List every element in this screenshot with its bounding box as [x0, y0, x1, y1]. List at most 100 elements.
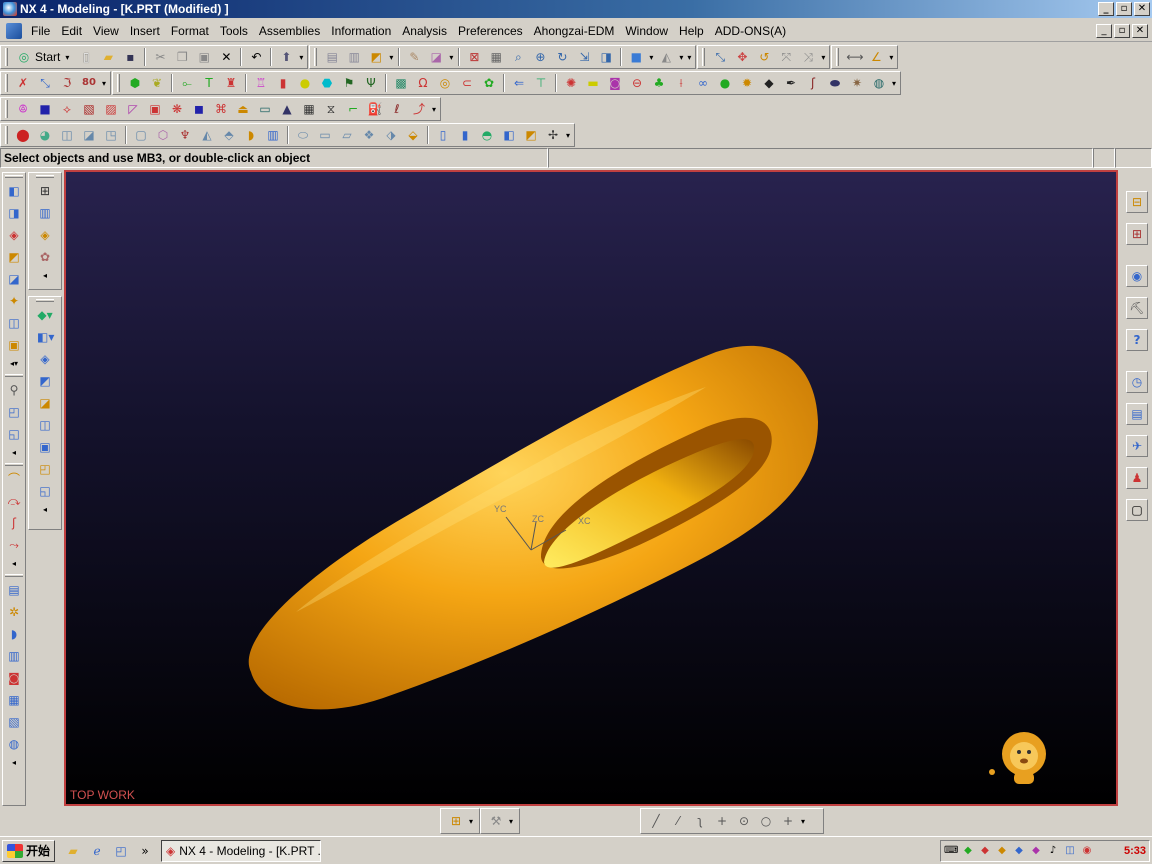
graphics-window[interactable]: YC ZC XC TOP WORK: [64, 170, 1118, 806]
model-tool-6-icon[interactable]: ▢: [133, 127, 149, 143]
fit-view-icon[interactable]: ⊠: [466, 49, 482, 65]
chevron-down-icon[interactable]: ▾: [467, 817, 475, 826]
link-feature-icon[interactable]: ⊖: [629, 75, 645, 91]
curve-tool-6-icon[interactable]: ◸: [125, 101, 141, 117]
menu-window[interactable]: Window: [620, 24, 674, 38]
save-icon[interactable]: ▪: [122, 49, 138, 65]
info-feature-icon[interactable]: ●: [297, 75, 313, 91]
expand-toolbar-icon[interactable]: ◂: [37, 505, 53, 515]
curve-tool-7-icon[interactable]: ▣: [147, 101, 163, 117]
toolbar-grip[interactable]: [5, 48, 8, 66]
perspective-icon[interactable]: ◨: [598, 49, 614, 65]
chevron-down-icon[interactable]: ▾: [887, 53, 895, 62]
chevron-down-icon[interactable]: ▾: [799, 817, 807, 826]
edit-object-display-icon[interactable]: ✎: [406, 49, 422, 65]
branch-feature-icon[interactable]: Ψ: [363, 75, 379, 91]
ring-model[interactable]: [248, 345, 818, 710]
rotate-icon[interactable]: ↻: [554, 49, 570, 65]
curve-tool-3-icon[interactable]: ⟡: [59, 101, 75, 117]
menu-preferences[interactable]: Preferences: [453, 24, 529, 38]
tray-app-4-icon[interactable]: ◆: [1012, 843, 1026, 859]
layer-settings-icon[interactable]: ▤: [324, 49, 340, 65]
slot-feature-icon[interactable]: ⊂: [459, 75, 475, 91]
ring-outer-surface[interactable]: [248, 345, 818, 710]
curve-tool-18-icon[interactable]: ℓ: [389, 101, 405, 117]
solid-feature-5-icon[interactable]: ◪: [37, 395, 53, 411]
roles-tab-icon[interactable]: ♟: [1126, 467, 1148, 489]
edm-tool-3-icon[interactable]: ℑ: [59, 75, 75, 91]
synch-tool-1-icon[interactable]: ▤: [6, 582, 22, 598]
solid-feature-4-icon[interactable]: ◩: [37, 373, 53, 389]
tray-app-2-icon[interactable]: ◆: [978, 843, 992, 859]
disc-feature-icon[interactable]: ⬬: [827, 75, 843, 91]
measure-angle-icon[interactable]: ∠: [868, 49, 884, 65]
t-section-icon[interactable]: T: [201, 75, 217, 91]
windows-start-button[interactable]: 开始: [2, 839, 56, 862]
snap-line-icon[interactable]: ╱: [648, 813, 664, 829]
selection-filter-icon[interactable]: ⬆: [278, 49, 294, 65]
expand-toolbar-icon[interactable]: ◂: [6, 758, 22, 768]
surface-tool-3-icon[interactable]: ◈: [6, 227, 22, 243]
curve-ops-2-icon[interactable]: ⤼: [6, 493, 22, 509]
zoom-window-icon[interactable]: ▦: [488, 49, 504, 65]
chevron-down-icon[interactable]: ▾: [430, 105, 438, 114]
surface-tool-8-icon[interactable]: ▣: [6, 337, 22, 353]
start-button[interactable]: ◎ Start ▾: [12, 49, 75, 65]
arrow-feature-icon[interactable]: ⇐: [511, 75, 527, 91]
ball-feature-icon[interactable]: ●: [717, 75, 733, 91]
synch-tool-3-icon[interactable]: ◗: [6, 626, 22, 642]
snap-center-icon[interactable]: ⊙: [736, 813, 752, 829]
move-to-layer-icon[interactable]: ◩: [368, 49, 384, 65]
curve-tool-8-icon[interactable]: ❋: [169, 101, 185, 117]
hex-feature-icon[interactable]: ⬢: [127, 75, 143, 91]
tray-app-3-icon[interactable]: ◆: [995, 843, 1009, 859]
block-feature-icon[interactable]: ▩: [393, 75, 409, 91]
chevron-down-icon[interactable]: ▾: [647, 53, 655, 62]
solid-feature-9-icon[interactable]: ◱: [37, 483, 53, 499]
menu-view[interactable]: View: [88, 24, 125, 38]
history-tab-icon[interactable]: ◷: [1126, 371, 1148, 393]
assembly-navigator-tab-icon[interactable]: ⊟: [1126, 191, 1148, 213]
chevron-down-icon[interactable]: ▾: [100, 79, 108, 88]
magnify-icon[interactable]: ⊕: [532, 49, 548, 65]
new-file-icon[interactable]: ▯: [78, 49, 94, 65]
diamond-feature-icon[interactable]: ◆: [761, 75, 777, 91]
curve-tool-1-icon[interactable]: ꔮ: [15, 101, 31, 117]
ie-browser-icon[interactable]: ℯ: [89, 843, 105, 859]
undo-icon[interactable]: ↶: [248, 49, 264, 65]
curve-tool-4-icon[interactable]: ▧: [81, 101, 97, 117]
system-materials-tab-icon[interactable]: ▤: [1126, 403, 1148, 425]
snap-quadrant-icon[interactable]: ○: [758, 813, 774, 829]
surface-tool-6-icon[interactable]: ✦: [6, 293, 22, 309]
cog-feature-icon[interactable]: ✷: [849, 75, 865, 91]
hook-feature-icon[interactable]: ʃ: [805, 75, 821, 91]
pin-feature-icon[interactable]: ♖: [253, 75, 269, 91]
loop-feature-icon[interactable]: Ω: [415, 75, 431, 91]
surface-tool-1-icon[interactable]: ◧: [6, 183, 22, 199]
model-tool-23-icon[interactable]: ◩: [523, 127, 539, 143]
curve-tool-17-icon[interactable]: ⛽: [367, 101, 383, 117]
doc-minimize-button[interactable]: _: [1096, 24, 1112, 38]
reuse-library-tab-icon[interactable]: ◉: [1126, 265, 1148, 287]
reuse-library-icon[interactable]: ◈: [37, 227, 53, 243]
solid-feature-1-icon[interactable]: ◆▾: [37, 307, 53, 323]
model-tool-18-icon[interactable]: ⬙: [405, 127, 421, 143]
t-joint-feature-icon[interactable]: ⊤: [533, 75, 549, 91]
solid-feature-2-icon[interactable]: ◧▾: [37, 329, 54, 345]
tree-feature-icon[interactable]: ♣: [651, 75, 667, 91]
synch-tool-7-icon[interactable]: ▧: [6, 714, 22, 730]
sketch-tool-3-icon[interactable]: ◱: [6, 426, 22, 442]
model-tool-5-icon[interactable]: ◳: [103, 127, 119, 143]
zoom-icon[interactable]: ⌕: [510, 49, 526, 65]
curve-ops-4-icon[interactable]: ⤳: [6, 537, 22, 553]
model-tool-1-icon[interactable]: ⬤: [15, 127, 31, 143]
lever-feature-icon[interactable]: ⟊: [673, 75, 689, 91]
model-tool-14-icon[interactable]: ▭: [317, 127, 333, 143]
menu-assemblies[interactable]: Assemblies: [254, 24, 326, 38]
model-tool-10-icon[interactable]: ⬘: [221, 127, 237, 143]
desktop-icon[interactable]: ◰: [113, 843, 129, 859]
model-tool-22-icon[interactable]: ◧: [501, 127, 517, 143]
globe-feature-icon[interactable]: ◍: [871, 75, 887, 91]
taskbar-nx-button[interactable]: ◈ NX 4 - Modeling - [K.PRT ...: [161, 839, 322, 862]
menu-analysis[interactable]: Analysis: [397, 24, 453, 38]
